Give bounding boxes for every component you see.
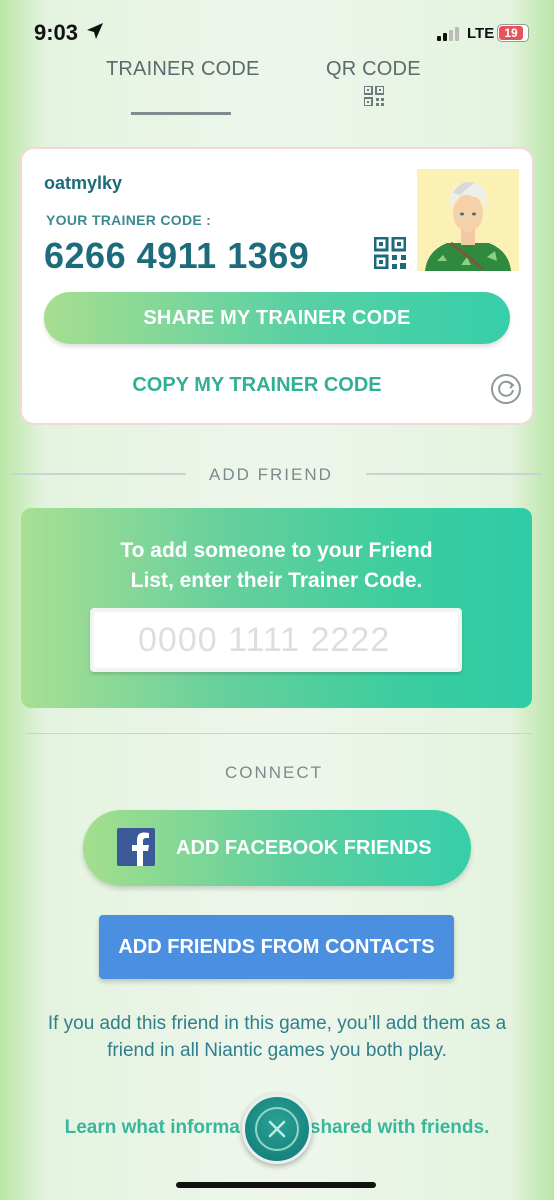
qr-code-icon[interactable]: [364, 86, 384, 106]
tab-trainer-code[interactable]: TRAINER CODE: [106, 58, 260, 81]
add-facebook-friends-button[interactable]: ADD FACEBOOK FRIENDS: [83, 810, 471, 886]
trainer-username: oatmylky: [44, 173, 123, 193]
tab-qr-code[interactable]: QR CODE: [326, 58, 421, 81]
learn-link-right: shared with friends.: [309, 1117, 490, 1138]
battery-level: 19: [499, 26, 523, 40]
signal-icon: [437, 27, 459, 41]
copy-trainer-code-button[interactable]: COPY MY TRAINER CODE: [22, 374, 492, 397]
add-friend-instructions: To add someone to your Friend List, ente…: [21, 536, 532, 596]
tab-bar: TRAINER CODE QR CODE: [0, 58, 554, 118]
instructions-line-1: To add someone to your Friend: [120, 539, 433, 562]
facebook-button-label: ADD FACEBOOK FRIENDS: [176, 837, 432, 859]
add-friend-panel: To add someone to your Friend List, ente…: [21, 508, 532, 708]
trainer-avatar: [417, 169, 519, 271]
add-friends-from-contacts-button[interactable]: ADD FRIENDS FROM CONTACTS: [99, 915, 454, 979]
add-friend-title: ADD FRIEND: [209, 465, 333, 484]
trainer-code-input[interactable]: [90, 608, 462, 672]
connect-title: CONNECT: [225, 763, 324, 782]
facebook-icon: [117, 828, 155, 866]
divider: [26, 733, 532, 734]
active-tab-indicator: [131, 112, 231, 115]
status-bar: 9:03 LTE 19: [0, 0, 554, 60]
status-time: 9:03: [34, 20, 79, 45]
network-label: LTE: [467, 25, 495, 42]
location-arrow-icon: [87, 23, 103, 39]
home-indicator: [176, 1182, 376, 1188]
battery-icon: 19: [497, 24, 529, 42]
share-trainer-code-button[interactable]: SHARE MY TRAINER CODE: [44, 292, 510, 344]
instructions-line-2: List, enter their Trainer Code.: [130, 569, 423, 592]
trainer-code-value: 6266 4911 1369: [44, 235, 310, 276]
divider: [12, 473, 186, 475]
niantic-friends-disclaimer: If you add this friend in this game, you…: [47, 1013, 507, 1061]
close-button[interactable]: [242, 1094, 312, 1164]
trainer-code-card: oatmylky YOUR TRAINER CODE : 6266 4911 1…: [20, 147, 534, 425]
qr-code-icon[interactable]: [374, 237, 406, 269]
divider: [366, 473, 542, 475]
learn-link-left: Learn what informa: [64, 1117, 240, 1138]
close-icon: [268, 1120, 286, 1138]
trainer-code-label: YOUR TRAINER CODE :: [46, 212, 212, 228]
refresh-icon[interactable]: [490, 373, 522, 405]
